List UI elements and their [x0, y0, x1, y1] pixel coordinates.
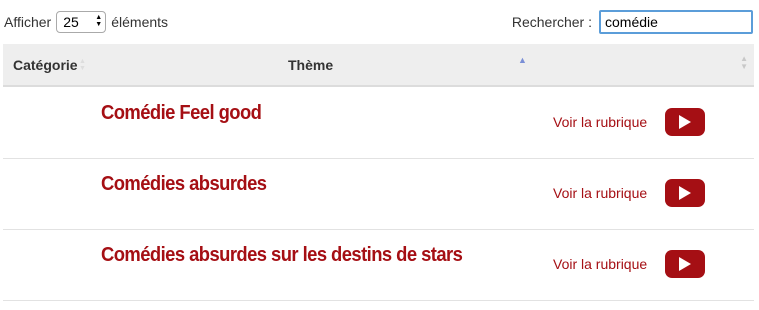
search-control: Rechercher : — [512, 10, 753, 34]
voir-rubrique-link[interactable]: Voir la rubrique — [553, 185, 647, 201]
search-label: Rechercher : — [511, 14, 592, 30]
play-button[interactable] — [665, 179, 705, 207]
voir-rubrique-link[interactable]: Voir la rubrique — [553, 256, 647, 272]
column-header-theme[interactable]: Thème — [288, 57, 333, 73]
page-length-select-wrap[interactable]: 25 ▲ ▼ — [51, 11, 111, 33]
table-row: Comédies absurdes Voir la rubrique — [3, 159, 754, 230]
search-input[interactable] — [599, 10, 753, 34]
page-length-control: Afficher 25 ▲ ▼ éléments — [4, 11, 168, 33]
table-row: Comédie Feel good Voir la rubrique — [3, 88, 754, 159]
length-suffix-label: éléments — [111, 14, 169, 30]
table-header: Catégorie ▲ ▼ Thème ▲ ▲ ▼ — [3, 44, 754, 87]
table-row: Comédies absurdes sur les destins de sta… — [3, 230, 754, 301]
play-icon — [679, 186, 691, 200]
play-icon — [679, 115, 691, 129]
theme-title: Comédies absurdes sur les destins de sta… — [101, 244, 463, 266]
category-sort-icon: ▲ ▼ — [79, 58, 86, 72]
play-icon — [679, 257, 691, 271]
sort-ascending-icon[interactable]: ▲ — [518, 55, 527, 65]
voir-rubrique-link[interactable]: Voir la rubrique — [553, 114, 647, 130]
play-button[interactable] — [665, 250, 705, 278]
play-button[interactable] — [665, 108, 705, 136]
theme-title: Comédies absurdes — [101, 173, 267, 195]
page-length-select[interactable]: 25 — [56, 11, 107, 33]
column-header-category[interactable]: Catégorie — [13, 57, 78, 73]
length-prefix-label: Afficher — [4, 14, 52, 30]
sort-icon[interactable]: ▲ ▼ — [740, 55, 748, 71]
table-controls: Afficher 25 ▲ ▼ éléments Rechercher : — [0, 0, 759, 44]
theme-title: Comédie Feel good — [101, 102, 262, 124]
